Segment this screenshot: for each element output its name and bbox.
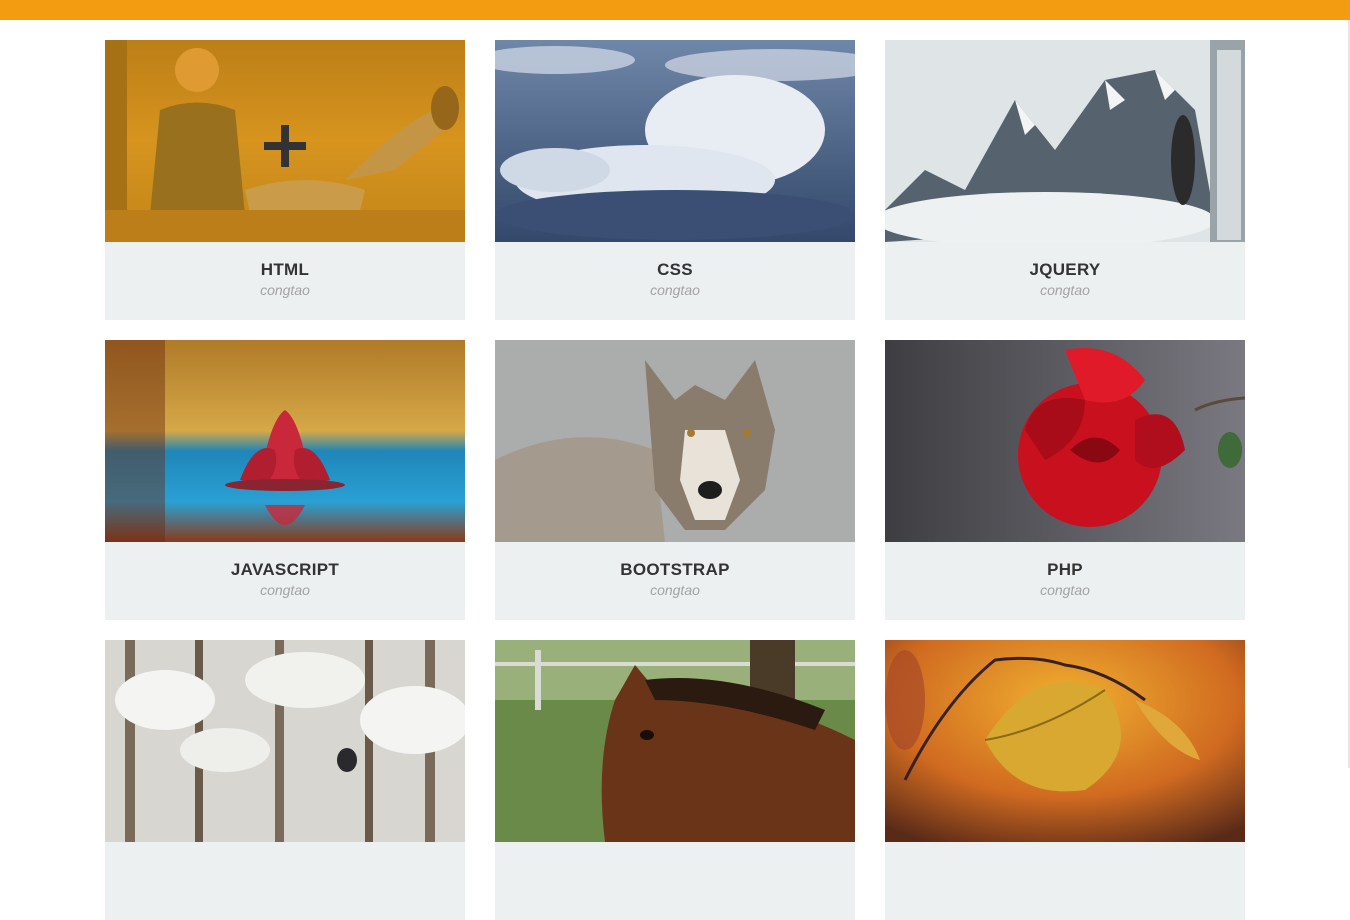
item-author: congtao	[260, 282, 310, 298]
autumn-leaf-photo[interactable]	[885, 640, 1245, 842]
portfolio-item-bootstrap[interactable]: BOOTSTRAP congtao	[495, 340, 855, 620]
portfolio-item-css[interactable]: CSS congtao	[495, 40, 855, 320]
portfolio-grid: HTML congtao CSS congtao JQUERY congtao …	[105, 40, 1245, 920]
snowy-forest-wolf-photo[interactable]	[105, 640, 465, 842]
portfolio-item-9[interactable]	[885, 640, 1245, 920]
item-caption: JAVASCRIPT congtao	[105, 542, 465, 620]
item-title[interactable]: JQUERY	[885, 260, 1245, 280]
mountains-photo[interactable]	[885, 40, 1245, 242]
horse-photo[interactable]	[495, 640, 855, 842]
plus-icon[interactable]	[264, 125, 306, 167]
top-accent-bar	[0, 0, 1350, 20]
wolf-photo[interactable]	[495, 340, 855, 542]
portfolio-item-php[interactable]: PHP congtao	[885, 340, 1245, 620]
item-caption: PHP congtao	[885, 542, 1245, 620]
couple-in-grass-photo[interactable]	[105, 40, 465, 242]
item-author: congtao	[260, 582, 310, 598]
item-title[interactable]: BOOTSTRAP	[495, 560, 855, 580]
portfolio-item-jquery[interactable]: JQUERY congtao	[885, 40, 1245, 320]
item-author: congtao	[650, 582, 700, 598]
item-title[interactable]: PHP	[885, 560, 1245, 580]
item-caption: JQUERY congtao	[885, 242, 1245, 320]
red-rose-photo[interactable]	[885, 340, 1245, 542]
item-title[interactable]: JAVASCRIPT	[105, 560, 465, 580]
item-author: congtao	[1040, 582, 1090, 598]
item-title[interactable]: HTML	[105, 260, 465, 280]
item-author: congtao	[650, 282, 700, 298]
item-caption: HTML congtao	[105, 242, 465, 320]
portfolio-item-8[interactable]	[495, 640, 855, 920]
portfolio-item-javascript[interactable]: JAVASCRIPT congtao	[105, 340, 465, 620]
portfolio-item-7[interactable]	[105, 640, 465, 920]
item-author: congtao	[1040, 282, 1090, 298]
item-caption: BOOTSTRAP congtao	[495, 542, 855, 620]
portfolio-item-html[interactable]: HTML congtao	[105, 40, 465, 320]
item-title[interactable]: CSS	[495, 260, 855, 280]
water-lily-photo[interactable]	[105, 340, 465, 542]
clouds-photo[interactable]	[495, 40, 855, 242]
item-caption: CSS congtao	[495, 242, 855, 320]
